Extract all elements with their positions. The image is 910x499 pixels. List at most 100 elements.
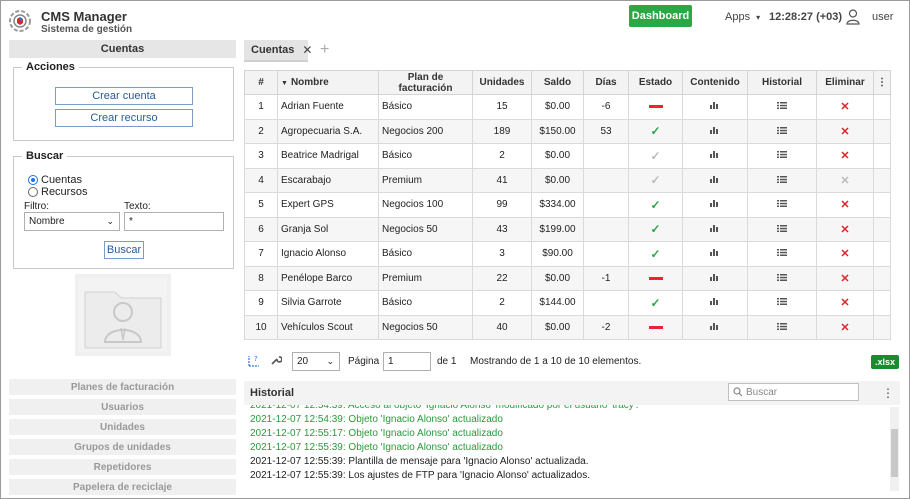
cell-contenido[interactable]: [682, 167, 748, 193]
list-icon[interactable]: [777, 102, 787, 110]
cell-nombre[interactable]: Penélope Barco: [277, 265, 379, 291]
bar-chart-icon[interactable]: [710, 297, 720, 306]
cell-estado[interactable]: [628, 265, 683, 291]
cell-estado[interactable]: [628, 94, 683, 120]
table-row[interactable]: 6 Granja Sol Negocios 50 43 $199.00 ✓ ✕: [244, 216, 891, 242]
list-icon[interactable]: [777, 322, 787, 330]
list-icon[interactable]: [777, 175, 787, 183]
delete-icon[interactable]: ✕: [840, 101, 849, 113]
crear-cuenta-button[interactable]: Crear cuenta: [55, 87, 193, 105]
per-page-select[interactable]: 20 ⌄: [292, 352, 340, 371]
table-row[interactable]: 8 Penélope Barco Premium 22 $0.00 -1 ✕: [244, 265, 891, 291]
apps-menu[interactable]: Apps ▾: [725, 11, 760, 23]
cell-eliminar[interactable]: ✕: [816, 167, 874, 193]
cell-contenido[interactable]: [682, 216, 748, 242]
cell-eliminar[interactable]: ✕: [816, 143, 874, 169]
historial-scrollbar[interactable]: [890, 407, 899, 491]
col-header-dias[interactable]: Días: [583, 70, 629, 95]
col-header-nombre[interactable]: ▼ Nombre: [277, 70, 379, 95]
list-icon[interactable]: [777, 273, 787, 281]
list-icon[interactable]: [777, 126, 787, 134]
cell-estado[interactable]: ✓: [628, 241, 683, 267]
cell-contenido[interactable]: [682, 94, 748, 120]
cell-contenido[interactable]: [682, 314, 748, 340]
bar-chart-icon[interactable]: [710, 273, 720, 281]
crear-recurso-button[interactable]: Crear recurso: [55, 109, 193, 127]
col-header-estado[interactable]: Estado: [628, 70, 683, 95]
cell-nombre[interactable]: Silvia Garrote: [277, 290, 379, 316]
bar-chart-icon[interactable]: [710, 224, 720, 232]
col-header-number[interactable]: #: [244, 70, 278, 95]
radio-button[interactable]: [28, 187, 38, 197]
table-row[interactable]: 5 Expert GPS Negocios 100 99 $334.00 ✓ ✕: [244, 192, 891, 218]
cell-historial[interactable]: [747, 241, 817, 267]
cell-contenido[interactable]: [682, 241, 748, 267]
historial-search-input[interactable]: Buscar: [728, 383, 859, 401]
cell-estado[interactable]: ✓: [628, 118, 683, 144]
cell-eliminar[interactable]: ✕: [816, 192, 874, 218]
fit-columns-icon[interactable]: ?: [247, 354, 261, 368]
sidebar-item-planes[interactable]: Planes de facturación: [9, 379, 236, 395]
sidebar-item-papelera[interactable]: Papelera de reciclaje: [9, 479, 236, 495]
table-row[interactable]: 4 Escarabajo Premium 41 $0.00 ✓ ✕: [244, 167, 891, 193]
cell-historial[interactable]: [747, 192, 817, 218]
buscar-button[interactable]: Buscar: [104, 241, 144, 259]
list-icon[interactable]: [777, 249, 787, 257]
table-row[interactable]: 7 Ignacio Alonso Básico 3 $90.00 ✓ ✕: [244, 241, 891, 267]
export-xlsx-button[interactable]: .xlsx: [871, 355, 899, 369]
bar-chart-icon[interactable]: [710, 101, 720, 110]
cell-contenido[interactable]: [682, 143, 748, 169]
cell-historial[interactable]: [747, 216, 817, 242]
cell-estado[interactable]: ✓: [628, 192, 683, 218]
cell-nombre[interactable]: Granja Sol: [277, 216, 379, 242]
bar-chart-icon[interactable]: [710, 126, 720, 134]
cell-historial[interactable]: [747, 118, 817, 144]
texto-input[interactable]: *: [124, 212, 224, 231]
delete-icon[interactable]: ✕: [840, 248, 849, 260]
cell-historial[interactable]: [747, 265, 817, 291]
cell-eliminar[interactable]: ✕: [816, 241, 874, 267]
sidebar-item-unidades[interactable]: Unidades: [9, 419, 236, 435]
cell-nombre[interactable]: Ignacio Alonso: [277, 241, 379, 267]
cell-contenido[interactable]: [682, 290, 748, 316]
cell-estado[interactable]: ✓: [628, 167, 683, 193]
bar-chart-icon[interactable]: [710, 175, 720, 183]
cell-contenido[interactable]: [682, 118, 748, 144]
scrollbar-thumb[interactable]: [891, 429, 898, 477]
wrench-icon[interactable]: [270, 354, 282, 366]
dashboard-button[interactable]: Dashboard: [629, 5, 692, 27]
delete-icon[interactable]: ✕: [840, 150, 849, 162]
cell-eliminar[interactable]: ✕: [816, 290, 874, 316]
cell-nombre[interactable]: Agropecuaria S.A.: [277, 118, 379, 144]
bar-chart-icon[interactable]: [710, 248, 720, 257]
radio-cuentas[interactable]: Cuentas: [28, 174, 82, 186]
cell-historial[interactable]: [747, 314, 817, 340]
page-input[interactable]: 1: [383, 352, 431, 371]
radio-button-selected[interactable]: [28, 175, 38, 185]
tab-cuentas[interactable]: Cuentas ✕: [244, 40, 312, 62]
table-row[interactable]: 2 Agropecuaria S.A. Negocios 200 189 $150.00…: [244, 118, 891, 144]
sidebar-item-usuarios[interactable]: Usuarios: [9, 399, 236, 415]
cell-eliminar[interactable]: ✕: [816, 94, 874, 120]
filtro-select[interactable]: Nombre ⌄: [24, 212, 120, 231]
cell-nombre[interactable]: Adrian Fuente: [277, 94, 379, 120]
cell-estado[interactable]: ✓: [628, 290, 683, 316]
cell-estado[interactable]: ✓: [628, 216, 683, 242]
col-header-unidades[interactable]: Unidades: [472, 70, 532, 95]
delete-icon[interactable]: ✕: [840, 322, 849, 334]
cell-contenido[interactable]: [682, 265, 748, 291]
table-row[interactable]: 10 Vehículos Scout Negocios 50 40 $0.00 -2 ✕: [244, 314, 891, 340]
col-header-plan[interactable]: Plan de facturación: [378, 70, 473, 95]
delete-icon[interactable]: ✕: [840, 273, 849, 285]
cell-nombre[interactable]: Beatrice Madrigal: [277, 143, 379, 169]
close-icon[interactable]: ✕: [302, 43, 312, 57]
user-icon[interactable]: [846, 9, 860, 25]
cell-eliminar[interactable]: ✕: [816, 216, 874, 242]
cell-estado[interactable]: ✓: [628, 143, 683, 169]
cell-estado[interactable]: [628, 314, 683, 340]
bar-chart-icon[interactable]: [710, 199, 720, 208]
cell-nombre[interactable]: Expert GPS: [277, 192, 379, 218]
list-icon[interactable]: [777, 298, 787, 306]
cell-eliminar[interactable]: ✕: [816, 265, 874, 291]
delete-icon[interactable]: ✕: [840, 297, 849, 309]
